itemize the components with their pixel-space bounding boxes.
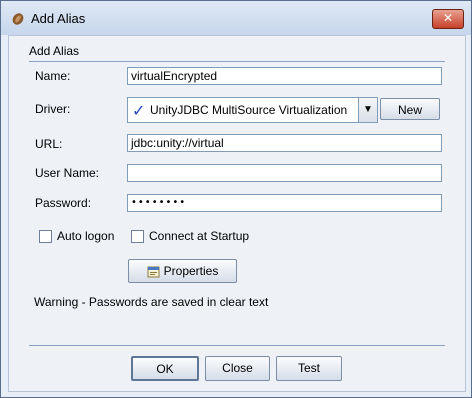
auto-logon-checkbox[interactable]: Auto logon xyxy=(39,229,115,244)
auto-logon-box[interactable] xyxy=(39,230,52,244)
password-label: Password: xyxy=(35,196,92,210)
properties-button[interactable]: Properties xyxy=(128,259,237,283)
chevron-down-icon[interactable]: ▼ xyxy=(358,97,378,123)
close-icon: ✕ xyxy=(442,11,454,25)
driver-label: Driver: xyxy=(35,102,71,116)
username-label: User Name: xyxy=(35,166,100,180)
check-icon: ✓ xyxy=(132,101,146,120)
close-button[interactable]: Close xyxy=(205,356,270,381)
connect-startup-checkbox[interactable]: Connect at Startup xyxy=(131,229,250,244)
username-field[interactable] xyxy=(127,164,442,182)
url-label: URL: xyxy=(35,137,63,151)
ok-button[interactable]: OK xyxy=(131,356,199,381)
auto-logon-label: Auto logon xyxy=(57,229,115,243)
dialog-body: Add Alias Name: virtualEncrypted Driver:… xyxy=(8,35,466,392)
group-title: Add Alias xyxy=(29,44,80,58)
driver-select[interactable]: ✓ UnityJDBC MultiSource Virtualization xyxy=(127,97,377,123)
add-alias-dialog: Add Alias ✕ Add Alias Name: virtualEncry… xyxy=(0,0,472,398)
new-driver-button[interactable]: New xyxy=(380,98,440,120)
app-icon xyxy=(12,13,24,25)
connect-startup-box[interactable] xyxy=(131,230,144,244)
group-divider xyxy=(29,61,445,62)
name-field[interactable]: virtualEncrypted xyxy=(127,67,442,85)
footer-divider xyxy=(29,345,445,346)
test-button[interactable]: Test xyxy=(276,356,342,381)
window-title: Add Alias xyxy=(31,11,86,26)
url-field[interactable]: jdbc:unity://virtual xyxy=(127,134,442,152)
name-label: Name: xyxy=(35,69,71,83)
connect-startup-label: Connect at Startup xyxy=(149,229,250,243)
warning-text: Warning - Passwords are saved in clear t… xyxy=(34,295,269,309)
driver-value: UnityJDBC MultiSource Virtualization xyxy=(150,103,348,117)
password-field[interactable]: •••••••• xyxy=(127,194,442,212)
properties-label: Properties xyxy=(163,264,219,278)
properties-icon xyxy=(147,266,160,278)
title-bar: Add Alias ✕ xyxy=(1,1,471,35)
close-window-button[interactable]: ✕ xyxy=(432,9,464,29)
